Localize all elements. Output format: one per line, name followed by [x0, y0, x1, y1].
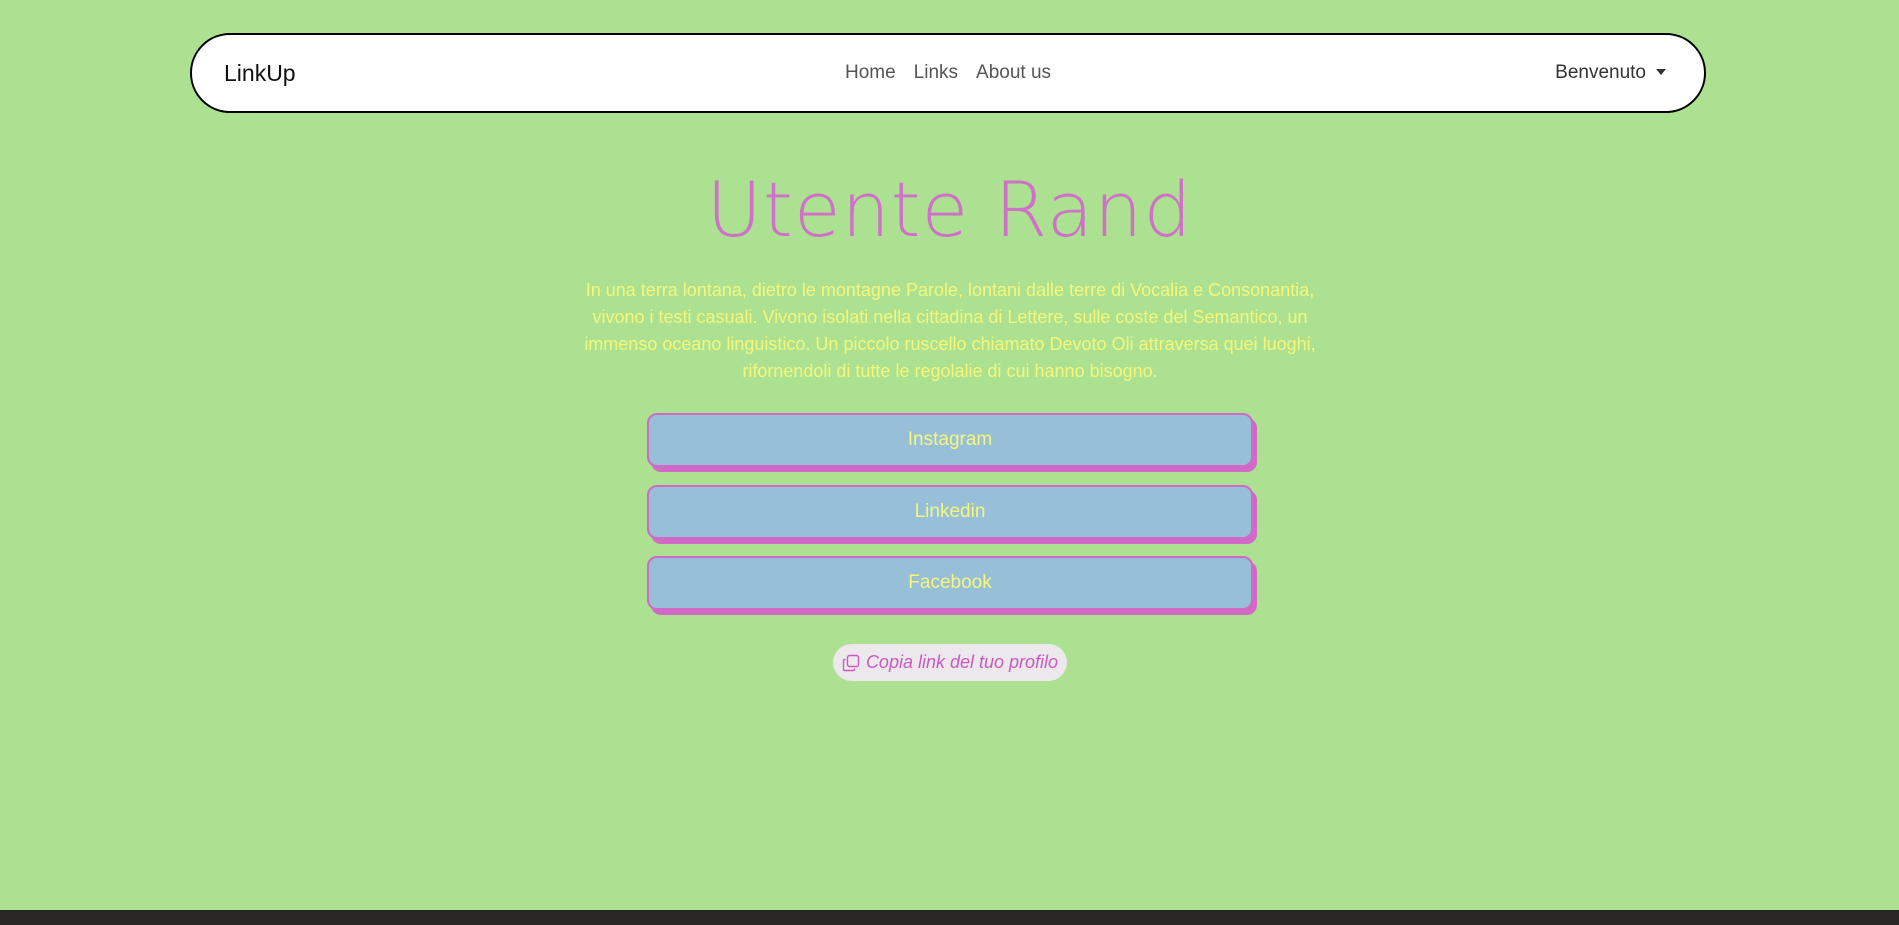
- copy-profile-link-label: Copia link del tuo profilo: [865, 652, 1059, 672]
- profile-name: Utente Rand: [706, 165, 1193, 254]
- nav-link-about-us[interactable]: About us: [976, 62, 1051, 84]
- copy-profile-link-button[interactable]: Copia link del tuo profilo: [833, 644, 1067, 681]
- copy-icon: [842, 654, 860, 671]
- nav-link-links[interactable]: Links: [914, 62, 958, 84]
- profile-bio: In una terra lontana, dietro le montagne…: [584, 280, 1316, 381]
- linkedin-link-button[interactable]: Linkedin: [647, 485, 1253, 539]
- nav-link-home[interactable]: Home: [845, 62, 896, 84]
- user-dropdown-label: Benvenuto: [1555, 62, 1646, 83]
- os-taskbar: [0, 910, 1899, 925]
- instagram-link-button[interactable]: Instagram: [647, 413, 1253, 467]
- user-dropdown[interactable]: Benvenuto: [1555, 35, 1666, 111]
- navbar: LinkUp Home Links About us Benvenuto: [190, 33, 1706, 113]
- caret-down-icon: [1656, 69, 1666, 75]
- nav-links: Home Links About us: [192, 35, 1704, 111]
- facebook-link-button[interactable]: Facebook: [647, 556, 1253, 610]
